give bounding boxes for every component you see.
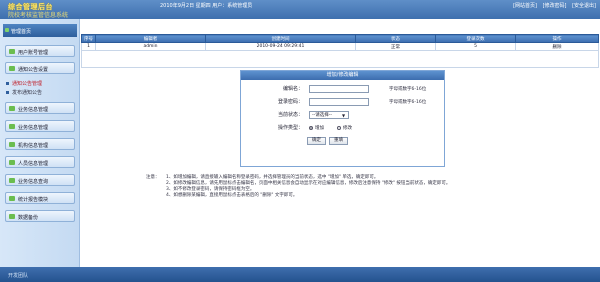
password-row: 登录密码： 字母或数字6-16位 (241, 98, 446, 107)
logout-link[interactable]: [安全退出] (572, 3, 596, 9)
sidebar-item-org-info[interactable]: 机构信息管理 (5, 138, 75, 150)
menu-icon (9, 196, 15, 201)
menu-icon (9, 178, 15, 183)
change-password-link[interactable]: [修改密码] (543, 3, 567, 9)
menu-icon (9, 66, 15, 71)
editor-input[interactable] (309, 85, 369, 93)
sidebar-item-notice-settings[interactable]: 通知公告设置 (5, 62, 75, 74)
col-index: 序号 (81, 34, 96, 43)
sidebar-item-publish-notice[interactable]: 发布通知公告 (6, 89, 42, 96)
table-empty-area (81, 50, 599, 68)
main-content: 序号 编辑者 创建时间 状态 登录次数 操作 1 admin 2010-09-2… (80, 19, 600, 267)
note-line: 3、如不修改登录密码，请保持密码框为空。 (166, 187, 255, 192)
menu-icon (9, 106, 15, 111)
col-created: 创建时间 (205, 34, 356, 43)
sidebar-item-user-accounts[interactable]: 用户账号管理 (5, 45, 75, 57)
radio-edit[interactable]: 修改 (337, 124, 352, 133)
reset-button[interactable]: 重填 (329, 137, 348, 145)
password-input[interactable] (309, 98, 369, 106)
sidebar-item-backup[interactable]: 数据备份 (5, 210, 75, 222)
editor-hint: 字母或数字6-16位 (389, 87, 427, 92)
header-info: 2010年9月2日 星期四 用户：系统管理员 (160, 3, 253, 9)
status-row: 当前状态： --请选择-- ▼ (241, 111, 446, 120)
col-editor: 编辑者 (95, 34, 206, 43)
password-label: 登录密码： (277, 99, 303, 105)
editor-table: 序号 编辑者 创建时间 状态 登录次数 操作 1 admin 2010-09-2… (81, 34, 599, 51)
header-links: [网站首页] [修改密码] [安全退出] (509, 2, 596, 9)
menu-icon (9, 49, 15, 54)
sidebar-item-business-1[interactable]: 业务信息管理 (5, 102, 75, 114)
note-line: 4、如想删除某编辑，直接用鼠标点击表格后的 "删除" 文字即可。 (166, 193, 298, 198)
bullet-icon (6, 91, 9, 94)
col-login-count: 登录次数 (435, 34, 516, 43)
sidebar-item-notice-manage[interactable]: 通知公告管理 (6, 80, 42, 87)
sidebar-item-staff-info[interactable]: 人员信息管理 (5, 156, 75, 168)
confirm-button[interactable]: 确定 (307, 137, 326, 145)
menu-icon (9, 124, 15, 129)
note-line: 2、如修改编辑信息，请先用鼠标点击编辑名，页面中相关信息会自动显示在对应编辑信息… (166, 181, 451, 186)
type-row: 操作类型： 增加 修改 (241, 124, 446, 133)
chevron-down-icon: ▼ (342, 113, 346, 118)
home-link[interactable]: [网站首页] (513, 3, 537, 9)
bullet-icon (6, 82, 9, 85)
status-label: 当前状态： (277, 112, 303, 118)
sidebar-item-business-2[interactable]: 业务信息管理 (5, 120, 75, 132)
form-title: 增加/修改编辑 (241, 71, 444, 80)
editor-row: 编辑名： 字母或数字6-16位 (241, 85, 446, 94)
sidebar-title[interactable]: 管理首页 (3, 24, 77, 37)
password-hint: 字母或数字6-16位 (389, 100, 427, 105)
footer: 开发团队 (0, 267, 600, 282)
menu-icon (9, 214, 15, 219)
note-line: 1、如增加编辑，请直接输入编辑名称登录密码，并选择管理员的当前状态，选中 "增加… (166, 175, 379, 180)
radio-unchecked-icon (337, 125, 341, 130)
edit-form-panel: 增加/修改编辑 编辑名： 字母或数字6-16位 登录密码： 字母或数字6-16位… (240, 70, 445, 167)
sidebar-item-business-query[interactable]: 业务信息查询 (5, 174, 75, 186)
notes-heading: 注意： (146, 175, 160, 180)
menu-icon (9, 160, 15, 165)
button-row: 确定 重填 (241, 137, 446, 146)
radio-add[interactable]: 增加 (309, 124, 324, 133)
radio-checked-icon (309, 125, 313, 130)
sidebar-item-statistics[interactable]: 统计报告模块 (5, 192, 75, 204)
top-header: 综合管理后台 院校考核监管信息系统 2010年9月2日 星期四 用户：系统管理员… (0, 0, 600, 19)
col-action: 操作 (515, 34, 599, 43)
menu-icon (9, 142, 15, 147)
app-subtitle: 院校考核监管信息系统 (8, 12, 69, 19)
type-label: 操作类型： (277, 125, 303, 131)
editor-label: 编辑名： (282, 86, 303, 92)
table-header-row: 序号 编辑者 创建时间 状态 登录次数 操作 (81, 34, 599, 43)
col-status: 状态 (355, 34, 436, 43)
